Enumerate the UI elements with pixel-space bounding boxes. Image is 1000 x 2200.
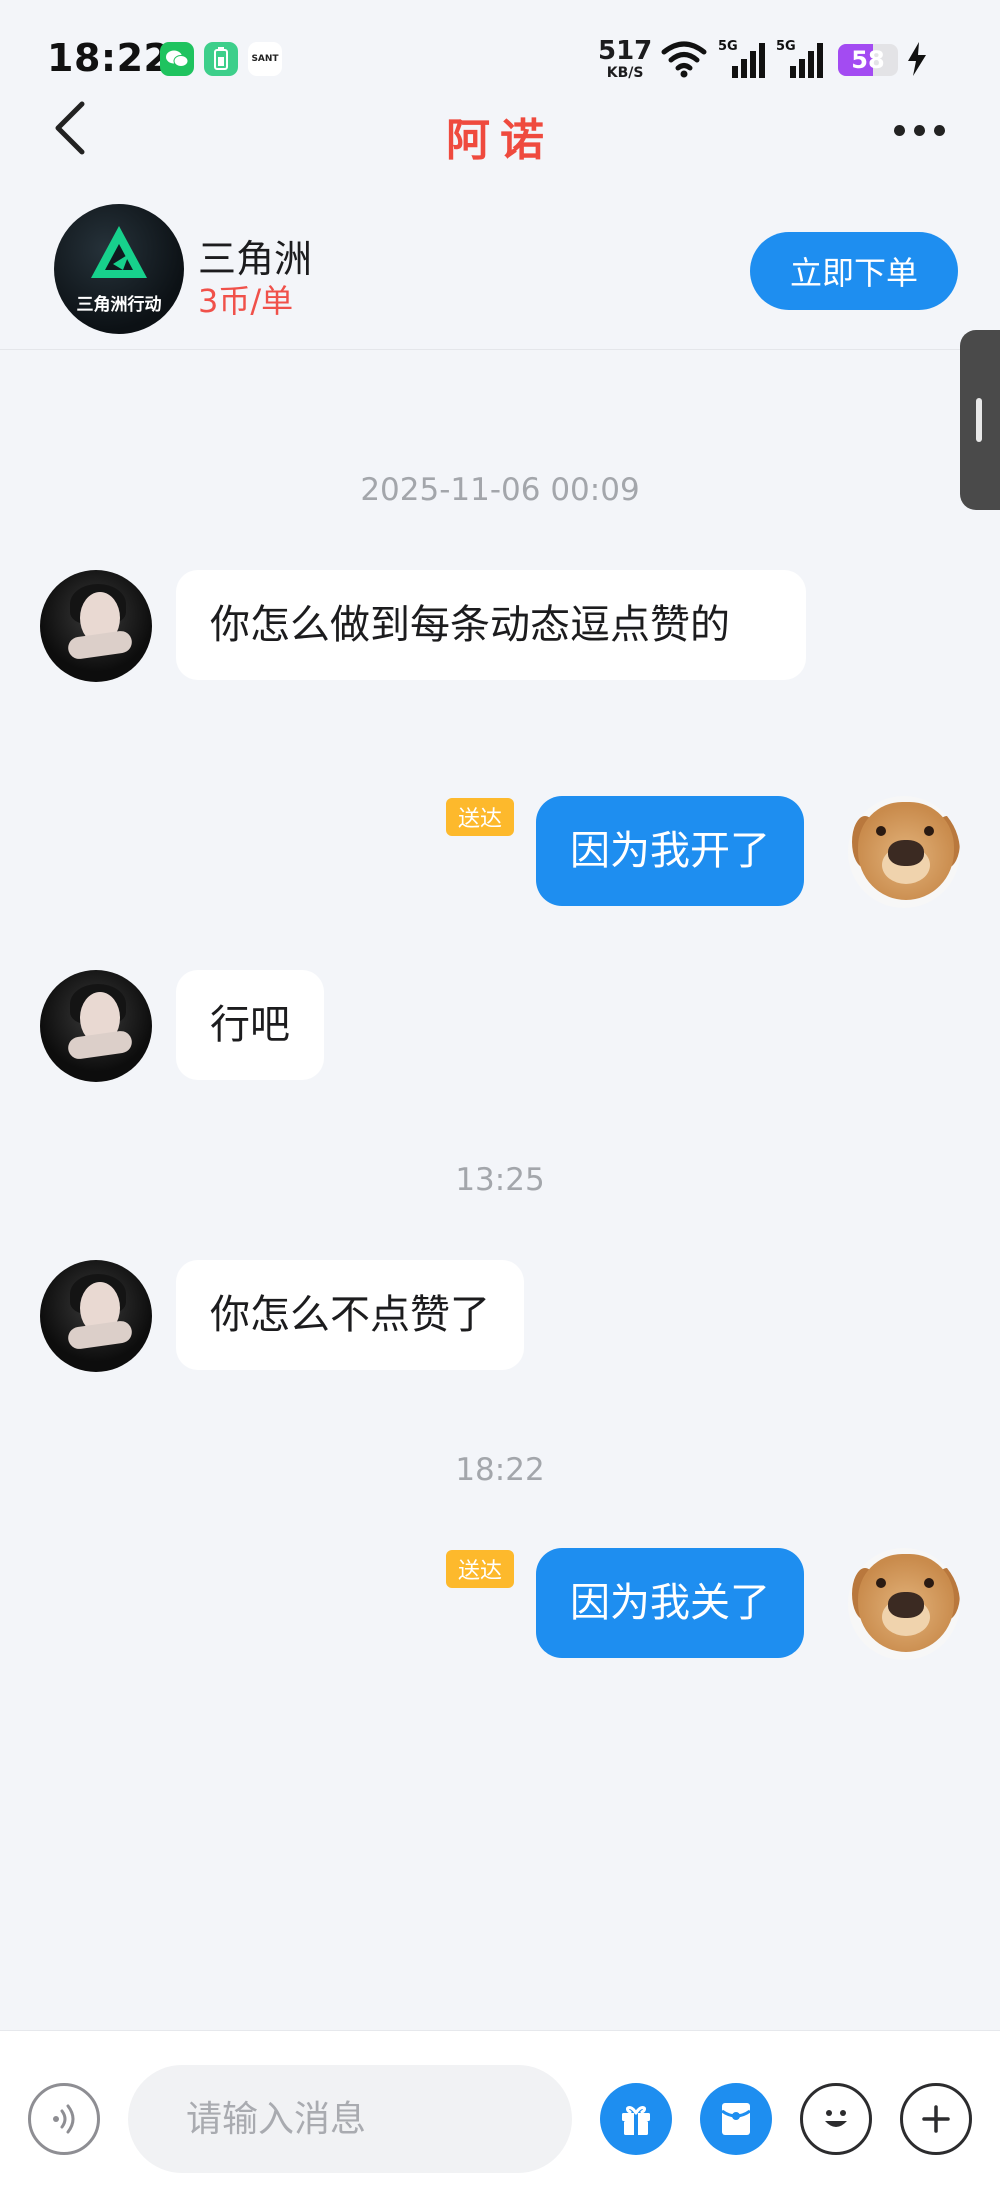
page-title: 阿诺 [446, 115, 554, 166]
chat-timestamp: 18:22 [455, 1452, 545, 1488]
product-bar: 三角洲行动 三角洲 3币/单 立即下单 [0, 188, 1000, 350]
message-bubble-incoming[interactable]: 你怎么不点赞了 [176, 1260, 524, 1370]
status-bar: 18:22 SANT 517 KB/S 5G 5G 58 [0, 0, 1000, 110]
voice-button[interactable] [28, 2083, 100, 2155]
signal2-label: 5G [776, 39, 796, 54]
gift-button[interactable] [600, 2083, 672, 2155]
emoji-icon [825, 2110, 847, 2127]
contact-avatar[interactable] [40, 1260, 152, 1372]
message-bubble-incoming[interactable]: 行吧 [176, 970, 324, 1080]
input-bar [0, 2030, 1000, 2200]
my-avatar[interactable] [848, 1548, 960, 1660]
plus-button[interactable] [900, 2083, 972, 2155]
net-speed-value: 517 [598, 36, 653, 66]
my-avatar[interactable] [848, 796, 960, 908]
net-speed-unit: KB/S [606, 65, 644, 81]
contact-avatar[interactable] [40, 570, 152, 682]
signal-5g-icon: 5G [776, 38, 826, 84]
battery-app-icon [204, 42, 238, 76]
sant-label: SANT [251, 54, 279, 64]
more-button[interactable] [894, 110, 964, 150]
back-button[interactable] [52, 98, 102, 158]
more-dots-icon [894, 124, 905, 136]
product-price: 3币/单 [198, 282, 294, 320]
charging-icon [906, 42, 928, 80]
voice-icon [53, 2104, 75, 2134]
chevron-left-icon [55, 101, 85, 155]
chat-timestamp: 13:25 [455, 1162, 545, 1198]
message-input[interactable] [128, 2065, 572, 2173]
order-now-button[interactable]: 立即下单 [750, 232, 958, 310]
signal-5g-icon: 5G [718, 38, 768, 84]
delivered-badge: 送达 [446, 1550, 514, 1588]
battery-icon: 58 [838, 44, 898, 76]
product-logo[interactable]: 三角洲行动 [54, 204, 184, 334]
chat-timestamp: 2025-11-06 00:09 [360, 472, 640, 508]
net-speed: 517 KB/S [598, 38, 652, 80]
delta-logo-icon [91, 226, 147, 278]
wifi-icon [660, 40, 708, 82]
battery-level: 58 [851, 46, 885, 74]
red-packet-button[interactable] [700, 2083, 772, 2155]
sant-app-icon: SANT [248, 42, 282, 76]
status-time: 18:22 [47, 36, 171, 80]
red-packet-icon [721, 2103, 751, 2135]
delivered-badge: 送达 [446, 798, 514, 836]
signal1-label: 5G [718, 39, 738, 54]
message-bubble-incoming[interactable]: 你怎么做到每条动态逗点赞的 [176, 570, 806, 680]
emoji-button[interactable] [800, 2083, 872, 2155]
logo-text: 三角洲行动 [76, 295, 162, 315]
message-bubble-outgoing[interactable]: 因为我关了 [536, 1548, 804, 1658]
gift-icon [622, 2106, 650, 2135]
message-bubble-outgoing[interactable]: 因为我开了 [536, 796, 804, 906]
contact-avatar[interactable] [40, 970, 152, 1082]
plus-icon [922, 2105, 950, 2133]
product-name: 三角洲 [198, 237, 313, 281]
wechat-icon [160, 42, 194, 76]
